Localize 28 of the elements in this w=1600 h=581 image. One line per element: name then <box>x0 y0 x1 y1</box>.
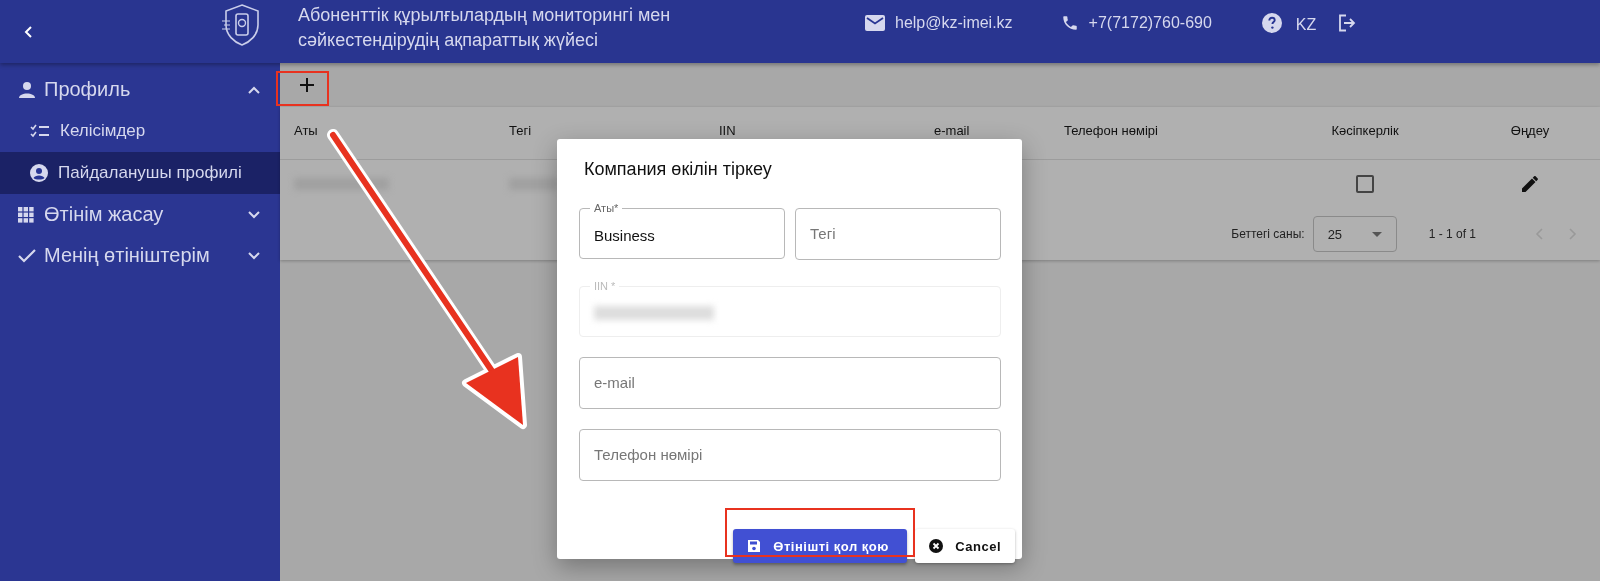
page-range: 1 - 1 of 1 <box>1428 227 1476 241</box>
input-field[interactable]: Тегі <box>795 208 1001 260</box>
submit-button[interactable]: Өтінішті қол қою <box>733 529 908 563</box>
sidebar-group[interactable]: Өтінім жасау <box>0 194 280 235</box>
column-header: Аты <box>294 122 318 138</box>
column-header: Кәсіпкерлік <box>1331 122 1399 138</box>
field-label: Аты* <box>593 202 620 214</box>
input-field[interactable]: Аты* Business <box>579 202 785 259</box>
cancel-button[interactable]: Cancel <box>915 529 1015 563</box>
dialog-title: Компания өкілін тіркеу <box>584 159 772 180</box>
column-header: Телефон нөмірі <box>1064 122 1158 138</box>
language-button[interactable]: KZ <box>1295 15 1317 34</box>
column-header: IIN <box>719 122 736 138</box>
sidebar-group[interactable]: Профиль <box>0 69 280 110</box>
app-title: Абоненттік құрылғылардың мониторингі мен сәйкестендірудің ақпараттық жүйесі <box>298 4 671 50</box>
column-header: Өңдеу <box>1510 122 1550 138</box>
sidebar-item[interactable]: Келісімдер <box>0 110 280 152</box>
sidebar-item[interactable]: Пайдаланушы профилі <box>0 152 280 194</box>
field-label: IIN * <box>593 280 617 292</box>
column-header: Тегі <box>509 122 532 138</box>
rows-per-page-select[interactable]: 25 <box>1312 216 1397 252</box>
email-link[interactable]: help@kz-imei.kz <box>895 13 1013 32</box>
column-header: e-mail <box>934 122 970 138</box>
rows-per-page-label: Беттегі саны: <box>1231 227 1305 241</box>
input-field[interactable]: e-mail <box>579 357 1001 409</box>
input-field[interactable]: Телефон нөмірі <box>579 429 1001 481</box>
phone-number: +7(7172)760-690 <box>1088 13 1212 32</box>
sidebar-group[interactable]: Менің өтініштерім <box>0 235 280 276</box>
